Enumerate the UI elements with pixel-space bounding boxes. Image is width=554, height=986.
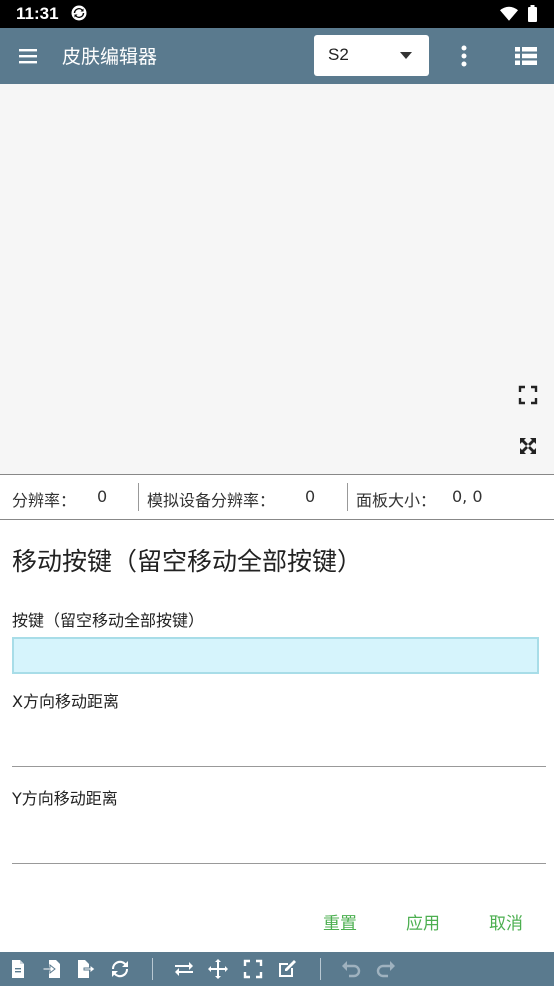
x-distance-label: X方向移动距离 — [12, 692, 119, 711]
list-view-icon[interactable] — [515, 46, 537, 66]
divider — [347, 483, 348, 511]
resolution-label: 分辨率： — [12, 491, 77, 510]
x-distance-input[interactable] — [12, 734, 546, 767]
reset-button[interactable]: 重置 — [323, 909, 357, 934]
key-input[interactable] — [12, 637, 539, 674]
page-title: 移动按键（留空移动全部按键） — [12, 547, 363, 576]
redo-icon[interactable] — [376, 959, 396, 979]
battery-icon — [528, 5, 537, 22]
app-bar: 皮肤编辑器 S2 — [0, 28, 554, 84]
more-vert-icon[interactable] — [454, 44, 474, 68]
cancel-button[interactable]: 取消 — [489, 909, 523, 934]
toolbar-divider — [152, 958, 153, 980]
panel-size-label: 面板大小： — [356, 491, 437, 510]
dropdown-value: S2 — [328, 45, 349, 64]
resolution-value: 0 — [97, 487, 108, 506]
chevron-down-icon — [400, 52, 412, 59]
import-icon[interactable] — [42, 959, 62, 979]
export-icon[interactable] — [76, 959, 96, 979]
y-distance-input[interactable] — [12, 831, 546, 864]
status-time: 11:31 — [16, 4, 59, 23]
fullscreen-icon[interactable] — [518, 385, 538, 405]
refresh-icon[interactable] — [110, 959, 130, 979]
move-icon[interactable] — [208, 959, 228, 979]
expand-arrows-icon[interactable] — [518, 436, 538, 456]
edit-icon[interactable] — [277, 959, 297, 979]
key-field-label: 按键（留空移动全部按键） — [12, 611, 205, 630]
new-file-icon[interactable] — [8, 959, 28, 979]
sync-icon — [71, 5, 87, 21]
divider — [138, 483, 139, 511]
swap-icon[interactable] — [174, 959, 194, 979]
y-distance-label: Y方向移动距离 — [12, 789, 118, 808]
sim-resolution-label: 模拟设备分辨率： — [147, 491, 276, 510]
info-bar: 分辨率： 0 模拟设备分辨率： 0 面板大小： 0, 0 — [0, 474, 554, 520]
apply-button[interactable]: 应用 — [406, 909, 440, 934]
bottom-toolbar — [0, 952, 554, 986]
skin-preview-canvas[interactable] — [0, 84, 554, 474]
wifi-icon — [500, 6, 518, 21]
status-bar: 11:31 — [0, 0, 554, 28]
sim-resolution-value: 0 — [305, 487, 316, 506]
skin-dropdown[interactable]: S2 — [314, 35, 429, 76]
toolbar-divider — [320, 958, 321, 980]
panel-size-value: 0, 0 — [452, 487, 483, 506]
fullscreen-icon[interactable] — [243, 959, 263, 979]
menu-icon[interactable] — [18, 46, 38, 66]
app-title: 皮肤编辑器 — [62, 46, 158, 68]
undo-icon[interactable] — [341, 959, 361, 979]
